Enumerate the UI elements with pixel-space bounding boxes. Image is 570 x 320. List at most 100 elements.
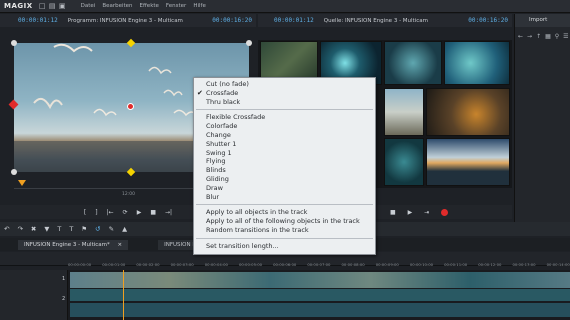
menu-item-set-transition-length[interactable]: Set transition length... bbox=[194, 242, 375, 251]
source-stop-icon[interactable]: ■ bbox=[390, 209, 396, 216]
ruler-tick: 00:00:06:00 bbox=[273, 262, 297, 267]
search-icon[interactable]: ⚲ bbox=[555, 33, 559, 40]
menu-item-thru-black[interactable]: Thru black bbox=[194, 98, 375, 107]
project-tab-right-label: INFUSION E bbox=[164, 241, 196, 248]
mark-out-icon[interactable]: ] bbox=[95, 209, 97, 216]
program-timecode-right: 00:00:16:20 bbox=[212, 17, 252, 24]
menu-item-random-transitions[interactable]: Random transitions in the track bbox=[194, 226, 375, 235]
loop-icon[interactable]: ⟳ bbox=[123, 209, 128, 216]
redo-icon[interactable]: ↷ bbox=[17, 225, 22, 233]
menu-item-flying[interactable]: Flying bbox=[194, 157, 375, 166]
text-icon[interactable]: T bbox=[57, 225, 61, 233]
ruler-tick: 00:00:14:00 bbox=[546, 262, 570, 267]
mark-in-icon[interactable]: [ bbox=[84, 209, 86, 216]
top-bar: MAGIX □ ▤ ▣ Datei Bearbeiten Effekte Fen… bbox=[0, 0, 570, 13]
marker-icon[interactable]: ⚑ bbox=[81, 225, 87, 233]
playhead-marker-icon[interactable] bbox=[18, 180, 26, 186]
corner-handle-tl[interactable] bbox=[11, 40, 17, 46]
prev-marker-icon[interactable]: |← bbox=[107, 209, 114, 216]
ruler-tick: 00:00:07:00 bbox=[307, 262, 331, 267]
checkmark-icon: ✔ bbox=[197, 88, 203, 97]
transition-context-menu: Cut (no fade) ✔ Crossfade Thru black Flex… bbox=[193, 77, 376, 255]
menu-datei[interactable]: Datei bbox=[81, 3, 96, 9]
undo-icon[interactable]: ↶ bbox=[4, 225, 9, 233]
menu-separator bbox=[196, 109, 373, 111]
ripple-mode-icon[interactable]: ↺ bbox=[95, 225, 100, 233]
track-headers: 1 2 bbox=[0, 270, 68, 320]
source-insert-icon[interactable]: ⇥ bbox=[424, 209, 429, 216]
corner-handle-tr[interactable] bbox=[246, 40, 252, 46]
video-track-2-clips[interactable] bbox=[70, 303, 570, 317]
open-folder-icon[interactable]: ▤ bbox=[49, 2, 56, 10]
menu-hilfe[interactable]: Hilfe bbox=[193, 3, 206, 9]
timeline-tracks: 1 2 bbox=[0, 270, 570, 320]
pen-icon[interactable]: ✎ bbox=[109, 225, 114, 233]
menu-bearbeiten[interactable]: Bearbeiten bbox=[102, 3, 132, 9]
menu-bar: Datei Bearbeiten Effekte Fenster Hilfe bbox=[81, 3, 206, 9]
video-track-1-overlay[interactable] bbox=[70, 289, 570, 301]
new-file-icon[interactable]: □ bbox=[39, 2, 46, 10]
video-track-1-clips[interactable] bbox=[70, 272, 570, 288]
title-text-icon[interactable]: T bbox=[69, 225, 73, 233]
menu-item-apply-all[interactable]: Apply to all objects in the track bbox=[194, 208, 375, 217]
thumbnail-aerial-sea[interactable] bbox=[384, 138, 424, 186]
corner-handle-bl[interactable] bbox=[11, 169, 17, 175]
play-icon[interactable]: ▶ bbox=[137, 209, 142, 216]
source-controls: ■ ▶ ⇥ bbox=[376, 205, 512, 219]
thumbnail-water-swirl[interactable] bbox=[384, 41, 442, 85]
menu-item-cut-no-fade[interactable]: Cut (no fade) bbox=[194, 80, 375, 89]
ruler-tick: 00:00:08:00 bbox=[341, 262, 365, 267]
menu-effekte[interactable]: Effekte bbox=[140, 3, 159, 9]
import-tab[interactable]: Import bbox=[515, 14, 570, 27]
forward-arrow-icon[interactable]: → bbox=[527, 33, 532, 40]
thumbnail-sunset-beach[interactable] bbox=[426, 138, 510, 186]
stop-icon[interactable]: ■ bbox=[150, 209, 156, 216]
menu-item-blinds[interactable]: Blinds bbox=[194, 166, 375, 175]
thumbnail-blue-abstract[interactable] bbox=[444, 41, 510, 85]
ruler-tick: 00:00:01:00 bbox=[102, 262, 126, 267]
track-1-number: 1 bbox=[62, 276, 66, 282]
pointer-icon[interactable]: ▲ bbox=[122, 225, 127, 233]
program-timecode-left: 00:00:01:12 bbox=[18, 17, 58, 24]
back-arrow-icon[interactable]: ← bbox=[518, 33, 523, 40]
menu-item-apply-following[interactable]: Apply to all of the following objects in… bbox=[194, 217, 375, 226]
grid-view-icon[interactable]: ▦ bbox=[545, 33, 551, 40]
menu-item-crossfade-label: Crossfade bbox=[206, 88, 239, 97]
menu-item-shutter-1[interactable]: Shutter 1 bbox=[194, 140, 375, 149]
menu-separator bbox=[196, 237, 373, 239]
timeline-ruler[interactable]: 00:00:00:00 00:00:01:00 00:00:02:00 00:0… bbox=[68, 262, 570, 270]
split-icon[interactable]: ▼ bbox=[44, 225, 49, 233]
menu-item-colorfade[interactable]: Colorfade bbox=[194, 122, 375, 131]
menu-separator bbox=[196, 204, 373, 206]
project-tab-left-label: INFUSION Engine 3 - Multicam* bbox=[24, 241, 110, 248]
source-timecode-left: 00:00:01:12 bbox=[274, 17, 314, 24]
source-monitor-header: 00:00:01:12 Quelle: INFUSION Engine 3 - … bbox=[258, 14, 512, 27]
menu-item-crossfade[interactable]: ✔ Crossfade bbox=[194, 89, 375, 98]
close-tab-icon[interactable]: × bbox=[118, 242, 123, 248]
next-marker-icon[interactable]: →| bbox=[165, 209, 172, 216]
ruler-tick: 00:00:13:00 bbox=[512, 262, 536, 267]
list-view-icon[interactable]: ☰ bbox=[563, 33, 568, 40]
track-2-number: 2 bbox=[62, 296, 66, 302]
delete-icon[interactable]: ✖ bbox=[31, 225, 36, 233]
anchor-point[interactable] bbox=[127, 103, 134, 110]
menu-item-blur[interactable]: Blur bbox=[194, 193, 375, 202]
timeline-playhead[interactable] bbox=[123, 270, 124, 320]
program-monitor-title: Programm: INFUSION Engine 3 - Multicam bbox=[67, 17, 183, 24]
ruler-tick: 00:00:02:00 bbox=[136, 262, 160, 267]
save-icon[interactable]: ▣ bbox=[59, 2, 66, 10]
source-play-icon[interactable]: ▶ bbox=[408, 209, 413, 216]
thumbnail-landscape[interactable] bbox=[384, 88, 424, 136]
program-monitor-header: 00:00:01:12 Programm: INFUSION Engine 3 … bbox=[0, 14, 256, 27]
menu-item-change[interactable]: Change bbox=[194, 131, 375, 140]
menu-fenster[interactable]: Fenster bbox=[166, 3, 186, 9]
record-button[interactable] bbox=[441, 208, 449, 216]
menu-item-gliding[interactable]: Gliding bbox=[194, 175, 375, 184]
project-tab-left[interactable]: INFUSION Engine 3 - Multicam* × bbox=[18, 239, 129, 250]
ruler-tick: 00:00:00:00 bbox=[68, 262, 92, 267]
thumbnail-shell[interactable] bbox=[426, 88, 510, 136]
menu-item-flexible-crossfade[interactable]: Flexible Crossfade bbox=[194, 113, 375, 122]
menu-item-swing-1[interactable]: Swing 1 bbox=[194, 149, 375, 158]
up-arrow-icon[interactable]: ↑ bbox=[536, 33, 541, 40]
menu-item-draw[interactable]: Draw bbox=[194, 184, 375, 193]
